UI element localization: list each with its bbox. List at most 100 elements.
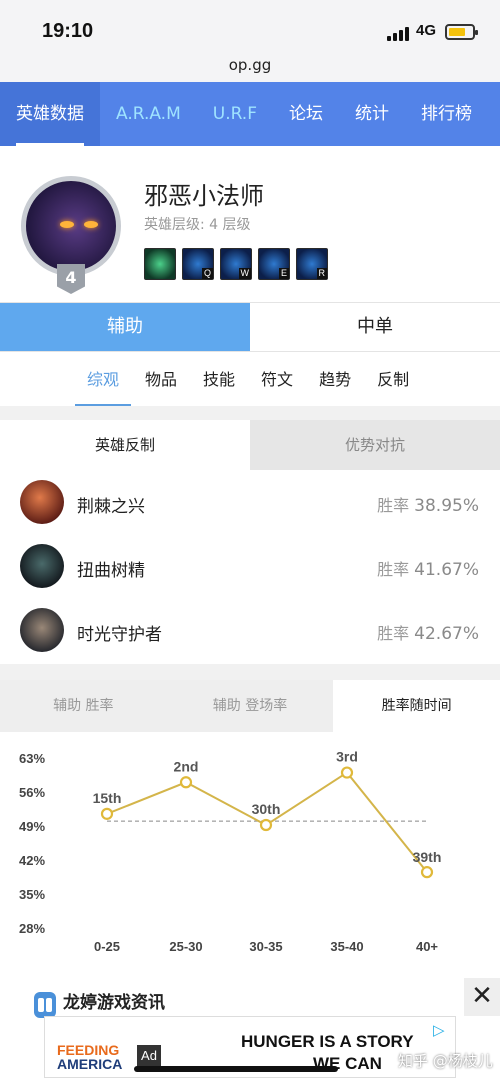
nav-item-stats[interactable]: 统计 [339,82,405,146]
nav-item-pro[interactable]: 职业 [488,82,500,146]
tab-items[interactable]: 物品 [132,352,190,406]
list-item[interactable]: 时光守护者 胜率 42.67% [0,598,500,662]
ad-brand: FEEDING AMERICA [57,1043,122,1071]
graph-tabs: 辅助 胜率 辅助 登场率 胜率随时间 [0,680,500,732]
data-point [259,818,273,832]
tab-winrate[interactable]: 辅助 胜率 [0,680,167,732]
skill-e-icon[interactable]: E [258,248,290,280]
skill-key: W [238,268,251,279]
rate-label: 胜率 [377,496,410,515]
tab-winrate-over-time[interactable]: 胜率随时间 [333,680,500,732]
y-tick-label: 56% [19,785,45,800]
role-tab-mid[interactable]: 中单 [250,303,500,351]
list-item[interactable]: 荆棘之兴 胜率 38.95% [0,470,500,534]
x-tick-label: 35-40 [330,939,363,954]
nav-item-urf[interactable]: U.R.F [197,82,273,146]
ad-brand-bottom: AMERICA [57,1056,123,1072]
status-bar: 19:10 4G [0,0,500,48]
counter-tabs: 英雄反制 优势对抗 [0,420,500,470]
point-label: 2nd [174,758,199,774]
rate-label: 胜率 [377,560,410,579]
main-nav: 英雄数据 A.R.A.M U.R.F 论坛 统计 排行榜 职业 [0,82,500,146]
sub-tabs: 综观 物品 技能 符文 趋势 反制 [0,352,500,406]
tier-value: 4 层级 [209,217,251,233]
skill-list: Q W E R [144,248,328,280]
y-tick-label: 35% [19,887,45,902]
tab-overview[interactable]: 综观 [74,352,132,406]
skill-w-icon[interactable]: W [220,248,252,280]
counter-winrate: 胜率 41.67% [377,556,479,580]
ad-badge: Ad [137,1045,161,1067]
point-label: 39th [413,849,442,865]
champion-icon [20,608,64,652]
tier-label: 英雄层级: [144,217,205,233]
champion-header: 4 邪恶小法师 英雄层级: 4 层级 Q W E R [0,146,500,302]
point-label: 3rd [336,749,358,765]
data-point [100,807,114,820]
x-tick-label: 0-25 [94,939,120,954]
champion-name: 邪恶小法师 [144,182,264,210]
counter-name: 扭曲树精 [77,561,145,581]
data-point [420,866,434,879]
list-item[interactable]: 扭曲树精 胜率 41.67% [0,534,500,598]
address-bar[interactable]: op.gg [0,48,500,82]
point-label: 30th [252,801,281,817]
chart-svg: 63% 56% 49% 42% 35% 28% 15th 2nd 30th 3rd 39th 0-25… [19,749,442,954]
passive-icon[interactable] [144,248,176,280]
skill-key: R [316,268,327,279]
nav-item-champions[interactable]: 英雄数据 [0,82,100,146]
x-tick-label: 25-30 [169,939,202,954]
x-tick-label: 40+ [416,939,438,954]
data-point [179,776,193,789]
status-time: 19:10 [42,20,94,42]
skill-key: Q [201,268,213,279]
champion-avatar [21,176,121,276]
y-tick-label: 42% [19,853,45,868]
tab-counter[interactable]: 反制 [364,352,422,406]
rate-label: 胜率 [377,624,410,643]
role-tab-support[interactable]: 辅助 [0,303,250,351]
x-tick-label: 30-35 [249,939,282,954]
close-ad-button[interactable]: ✕ [464,978,500,1016]
champion-tier: 英雄层级: 4 层级 [144,214,251,234]
skill-key: E [278,268,289,279]
skill-q-icon[interactable]: Q [182,248,214,280]
tab-counters[interactable]: 英雄反制 [0,420,250,470]
section-divider [0,406,500,420]
role-tabs: 辅助 中单 [0,302,500,352]
app-logo-icon [34,992,56,1018]
tab-skills[interactable]: 技能 [190,352,248,406]
network-type: 4G [416,22,437,39]
skill-r-icon[interactable]: R [296,248,328,280]
ad-header: 龙婷游戏资讯 [0,984,500,1018]
winrate-chart: 63% 56% 49% 42% 35% 28% 15th 2nd 30th 3rd 39th 0-25… [0,740,500,970]
counter-winrate: 胜率 38.95% [377,492,479,516]
champion-icon [20,544,64,588]
nav-item-aram[interactable]: A.R.A.M [100,82,197,146]
adchoices-icon[interactable]: ▷ [433,1021,451,1039]
point-label: 15th [93,790,122,806]
y-tick-label: 28% [19,921,45,936]
tab-pickrate[interactable]: 辅助 登场率 [166,680,334,732]
ad-headline-1: HUNGER IS A STORY [241,1032,414,1051]
battery-icon [445,24,478,40]
rate-value: 42.67% [414,624,479,644]
counter-name: 时光守护者 [77,625,162,645]
counter-name: 荆棘之兴 [77,497,145,517]
data-point [340,766,354,779]
url-text: op.gg [228,56,272,74]
nav-item-rankings[interactable]: 排行榜 [405,82,488,146]
counter-winrate: 胜率 42.67% [377,620,479,644]
rate-value: 41.67% [414,560,479,580]
counter-list: 荆棘之兴 胜率 38.95% 扭曲树精 胜率 41.67% 时光守护者 胜率 4… [0,470,500,662]
tab-trends[interactable]: 趋势 [306,352,364,406]
tab-matchups[interactable]: 优势对抗 [250,420,500,470]
ad-source: 龙婷游戏资讯 [63,993,165,1013]
tab-runes[interactable]: 符文 [248,352,306,406]
rate-value: 38.95% [414,496,479,516]
section-divider [0,664,500,680]
champion-level-badge: 4 [57,264,85,294]
watermark: 知乎 @杨枝儿 [398,1052,493,1070]
home-indicator[interactable] [134,1066,338,1072]
nav-item-forum[interactable]: 论坛 [273,82,339,146]
